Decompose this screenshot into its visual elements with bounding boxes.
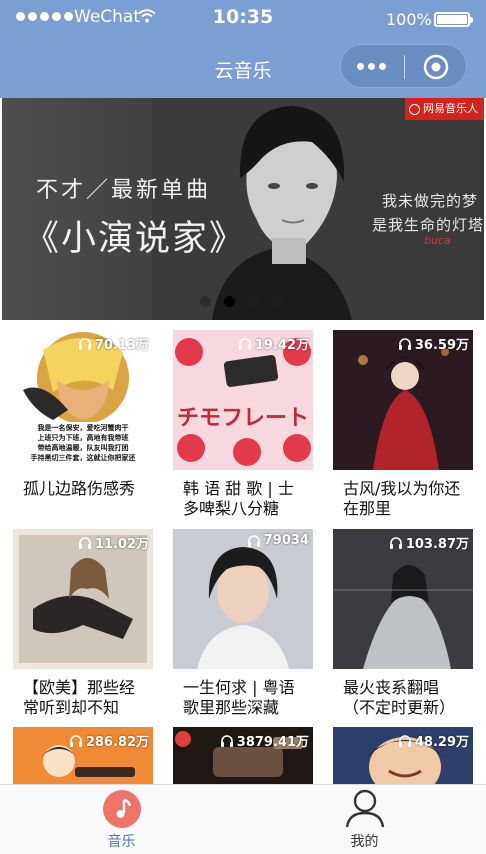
banner-signature: buca xyxy=(424,234,451,247)
play-count-value: 70.13万 xyxy=(94,338,149,353)
banner-lyric-2: 是我生命的灯塔 xyxy=(372,216,484,234)
playlist-cover: 103.87万 xyxy=(333,529,473,669)
play-count-value: 11.02万 xyxy=(94,537,149,552)
playlist-card[interactable]: チモフレート 19.42万 韩 语 甜 歌 | 士多啤梨八分糖 xyxy=(173,330,313,519)
play-count: 79034 xyxy=(247,533,309,548)
play-count: 286.82万 xyxy=(69,731,149,750)
play-count: 103.87万 xyxy=(389,533,469,552)
cover-text: チモフレート xyxy=(176,406,309,431)
play-count: 70.13万 xyxy=(78,334,149,353)
playlist-title: 孤儿边路伤感秀 xyxy=(23,479,136,498)
play-count: 48.29万 xyxy=(398,731,469,750)
tab-me-label: 我的 xyxy=(350,834,379,850)
banner-title: 《小演说家》 xyxy=(24,219,247,259)
playlist-card[interactable]: 79034 一生何求 | 粤语歌里那些深藏心... xyxy=(173,529,313,718)
netease-musician-badge: 网易音乐人 xyxy=(405,98,484,120)
play-count-value: 79034 xyxy=(263,533,309,548)
headphones-icon xyxy=(398,735,411,747)
banner-portrait xyxy=(152,98,402,320)
playlist-card[interactable]: 36.59万 古风/我以为你还在那里 xyxy=(333,330,473,519)
target-circle-icon[interactable] xyxy=(422,53,450,81)
headphones-icon xyxy=(398,338,411,350)
play-count: 3879.41万 xyxy=(220,731,309,750)
headphones-icon xyxy=(389,537,402,549)
playlist-card[interactable]: 我是一名保安，爱吃河蟹肉干 上班只为下班，高地有我带班 带给高地温暖，队友叫我打… xyxy=(13,330,153,519)
capsule-divider xyxy=(404,55,405,79)
playlist-cover: 3879.41万 xyxy=(173,727,313,784)
play-count: 19.42万 xyxy=(238,334,309,353)
playlist-title: 最火丧系翻唱（不定时更新） xyxy=(343,678,456,717)
play-count-value: 3879.41万 xyxy=(236,735,309,750)
cover-art xyxy=(173,529,313,669)
play-count-value: 36.59万 xyxy=(414,338,469,353)
playlist-card[interactable]: 286.82万 xyxy=(13,727,153,784)
play-count-value: 48.29万 xyxy=(414,735,469,750)
tab-me[interactable]: 我的 xyxy=(243,785,486,854)
headphones-icon xyxy=(78,537,91,549)
more-dots-icon[interactable] xyxy=(357,63,386,70)
mini-program-capsule xyxy=(340,44,467,88)
cover-caption-line: 带给高地温暖，队友叫我打团 xyxy=(37,444,129,452)
tab-music[interactable]: 音乐 xyxy=(0,785,243,854)
cover-caption-line: 上班只为下班，高地有我带班 xyxy=(37,434,129,442)
carousel-dot[interactable] xyxy=(200,296,211,307)
headphones-icon xyxy=(238,338,251,350)
tab-music-label: 音乐 xyxy=(107,834,136,850)
play-count-value: 286.82万 xyxy=(85,735,149,750)
playlist-card[interactable]: 48.29万 xyxy=(333,727,473,784)
headphones-icon xyxy=(69,735,82,747)
headphones-icon xyxy=(220,735,233,747)
banner-lyric-1: 我未做完的梦 xyxy=(382,192,479,210)
carousel-indicator xyxy=(200,296,283,307)
cover-caption-line: 手持黑切三件套，这就让你把家还 xyxy=(30,454,136,462)
playlist-card[interactable]: 11.02万 【欧美】那些经常听到却不知道... xyxy=(13,529,153,718)
playlist-cover: 我是一名保安，爱吃河蟹肉干 上班只为下班，高地有我带班 带给高地温暖，队友叫我打… xyxy=(13,330,153,470)
top-bar: WeChat 10:35 100% 云音乐 xyxy=(0,0,486,98)
playlist-title: 韩 语 甜 歌 | 士多啤梨八分糖 xyxy=(183,479,294,518)
brand-label: 网易音乐人 xyxy=(423,102,478,115)
playlist-cover: 48.29万 xyxy=(333,727,473,784)
headphones-icon xyxy=(78,338,91,350)
carousel-dot[interactable] xyxy=(272,296,283,307)
status-bar: WeChat 10:35 100% xyxy=(0,0,486,36)
cover-caption: 我是一名保安，爱吃河蟹肉干 上班只为下班，高地有我带班 带给高地温暖，队友叫我打… xyxy=(13,423,153,463)
carousel-dot-active[interactable] xyxy=(224,296,235,307)
carousel-dot[interactable] xyxy=(248,296,259,307)
user-profile-icon xyxy=(345,789,385,828)
battery-percent: 100% xyxy=(386,10,432,29)
playlist-card[interactable]: 3879.41万 xyxy=(173,727,313,784)
playlist-card[interactable]: 103.87万 最火丧系翻唱（不定时更新） xyxy=(333,529,473,718)
playlist-cover: チモフレート 19.42万 xyxy=(173,330,313,470)
banner-carousel[interactable]: 不才／最新单曲 《小演说家》 我未做完的梦 是我生命的灯塔 buca 网易音乐人 xyxy=(2,98,484,320)
play-count-value: 19.42万 xyxy=(254,338,309,353)
battery-icon xyxy=(434,12,473,27)
playlist-title: 【欧美】那些经常听到却不知道... xyxy=(23,678,136,717)
music-note-icon xyxy=(103,790,141,828)
headphones-icon xyxy=(247,535,260,547)
play-count-value: 103.87万 xyxy=(405,537,469,552)
playlist-cover: 36.59万 xyxy=(333,330,473,470)
playlist-title: 古风/我以为你还在那里 xyxy=(343,479,461,518)
play-count: 11.02万 xyxy=(78,533,149,552)
play-count: 36.59万 xyxy=(398,334,469,353)
banner-subtitle: 不才／最新单曲 xyxy=(36,178,212,203)
netease-logo-icon xyxy=(409,103,420,115)
playlist-cover: 79034 xyxy=(173,529,313,669)
playlist-title: 一生何求 | 粤语歌里那些深藏心... xyxy=(183,678,295,717)
playlist-cover: 286.82万 xyxy=(13,727,153,784)
tab-bar: 音乐 我的 xyxy=(0,784,486,854)
cover-caption-line: 我是一名保安，爱吃河蟹肉干 xyxy=(37,424,129,432)
playlist-cover: 11.02万 xyxy=(13,529,153,669)
